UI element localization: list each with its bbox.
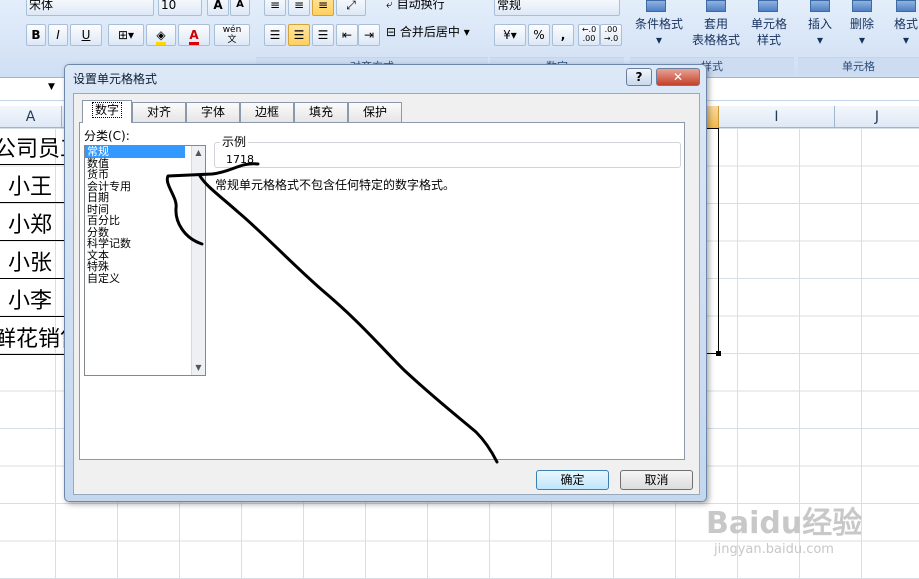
tab-number[interactable]: 数字	[82, 100, 132, 123]
pen-stroke	[165, 162, 499, 464]
pen-annotation	[165, 162, 499, 464]
watermark-logo: Baidu经验	[706, 506, 863, 541]
watermark: Baidu经验 jingyan.baidu.com	[706, 498, 906, 568]
tab-number-label: 数字	[91, 102, 122, 118]
watermark-url: jingyan.baidu.com	[714, 542, 834, 557]
